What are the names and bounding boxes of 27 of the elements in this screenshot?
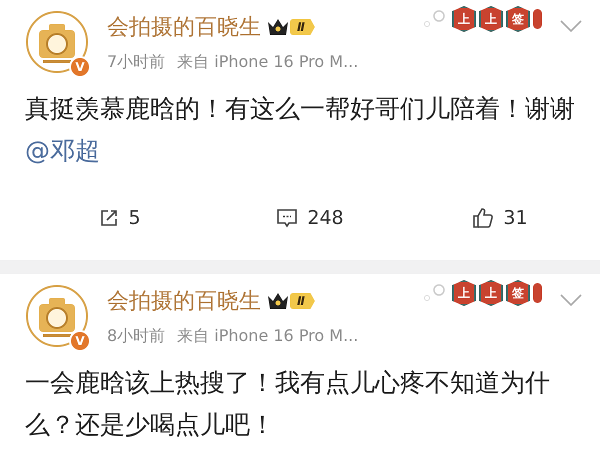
avatar[interactable] — [25, 284, 89, 348]
avatar[interactable] — [25, 10, 89, 74]
post-source: 来自 iPhone 16 Pro M... — [177, 52, 358, 73]
verified-badge: V — [69, 56, 91, 78]
share-icon — [99, 208, 120, 228]
like-button[interactable]: 31 — [405, 192, 595, 244]
username[interactable]: 会拍摄的百晓生 — [107, 12, 261, 42]
post-time: 7小时前 — [107, 52, 166, 73]
member-level-badge: Ⅱ — [267, 18, 315, 36]
lantern-icon — [533, 8, 542, 30]
verified-badge: V — [69, 330, 91, 352]
comment-icon — [276, 207, 298, 229]
chevron-down-icon[interactable] — [560, 294, 582, 306]
thumbs-up-icon — [472, 207, 494, 229]
post-text: 真挺羡慕鹿晗的！有这么一帮好哥们儿陪着！谢谢 @邓超 — [25, 93, 576, 167]
fortune-badge: 上上签 — [452, 6, 530, 32]
member-level-badge: Ⅱ — [267, 292, 315, 310]
comment-button[interactable]: 248 — [215, 192, 405, 244]
fortune-badge: 上上签 — [452, 280, 530, 306]
post-source: 来自 iPhone 16 Pro M... — [177, 326, 358, 347]
chevron-down-icon[interactable] — [560, 20, 582, 32]
lantern-icon — [533, 282, 542, 304]
post-text: 一会鹿晗该上热搜了！我有点儿心疼不知道为什么？还是少喝点儿吧！ — [25, 367, 551, 441]
mention-link[interactable]: @邓超 — [25, 136, 100, 165]
post-time: 8小时前 — [107, 326, 166, 347]
username[interactable]: 会拍摄的百晓生 — [107, 286, 261, 316]
repost-button[interactable]: 5 — [25, 192, 215, 244]
